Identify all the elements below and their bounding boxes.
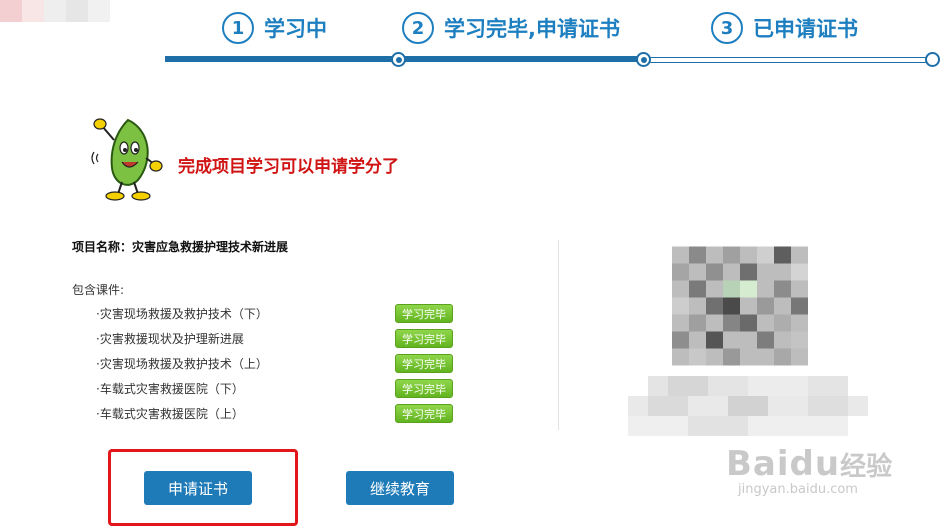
course-item: ·车载式灾害救援医院（下） xyxy=(96,382,244,396)
step-3-label: 已申请证书 xyxy=(753,17,858,41)
project-name-value: 灾害应急救援护理技术新进展 xyxy=(132,240,289,254)
course-status-badge: 学习完毕 xyxy=(395,304,453,323)
progress-node-1 xyxy=(391,52,406,67)
step-1-number: 1 xyxy=(222,12,254,44)
leaf-mascot-icon xyxy=(91,118,163,201)
apply-certificate-button[interactable]: 申请证书 xyxy=(144,471,252,505)
baidu-watermark: Baidu经验 jingyan.baidu.com xyxy=(726,444,892,497)
course-item: ·灾害现场救援及救护技术（下） xyxy=(96,307,268,321)
course-status-badge: 学习完毕 xyxy=(395,354,453,373)
step-2-number: 2 xyxy=(402,12,434,44)
project-name: 项目名称：灾害应急救援护理技术新进展 xyxy=(72,238,288,255)
course-status-badge: 学习完毕 xyxy=(395,379,453,398)
course-item: ·灾害现场救援及救护技术（上） xyxy=(96,357,268,371)
step-2: 2 学习完毕,申请证书 xyxy=(402,12,620,44)
step-1-label: 学习中 xyxy=(264,17,327,41)
course-item: ·灾害救援现状及护理新进展 xyxy=(96,332,244,346)
vertical-divider xyxy=(558,240,559,430)
courses-title: 包含课件: xyxy=(72,283,125,297)
progress-track-remaining xyxy=(643,57,933,63)
step-3-number: 3 xyxy=(711,12,743,44)
course-status-badge: 学习完毕 xyxy=(395,329,453,348)
step-1: 1 学习中 xyxy=(222,12,327,44)
project-name-label: 项目名称： xyxy=(72,240,133,254)
continue-education-button[interactable]: 继续教育 xyxy=(346,471,454,505)
watermark-url: jingyan.baidu.com xyxy=(738,482,858,497)
watermark-brand-cn: 经验 xyxy=(840,452,893,482)
step-2-label: 学习完毕,申请证书 xyxy=(444,17,620,41)
progress-node-2 xyxy=(636,52,651,67)
pixelated-qr-code xyxy=(672,246,808,366)
headline: 完成项目学习可以申请学分了 xyxy=(178,157,399,177)
pixelated-qr-caption xyxy=(628,376,868,436)
course-item: ·车载式灾害救援医院（上） xyxy=(96,407,244,421)
course-status-badge: 学习完毕 xyxy=(395,404,453,423)
watermark-brand: Baidu xyxy=(726,444,841,484)
progress-node-3 xyxy=(925,52,940,67)
step-3: 3 已申请证书 xyxy=(711,12,858,44)
blurred-header-fragment xyxy=(0,0,110,22)
